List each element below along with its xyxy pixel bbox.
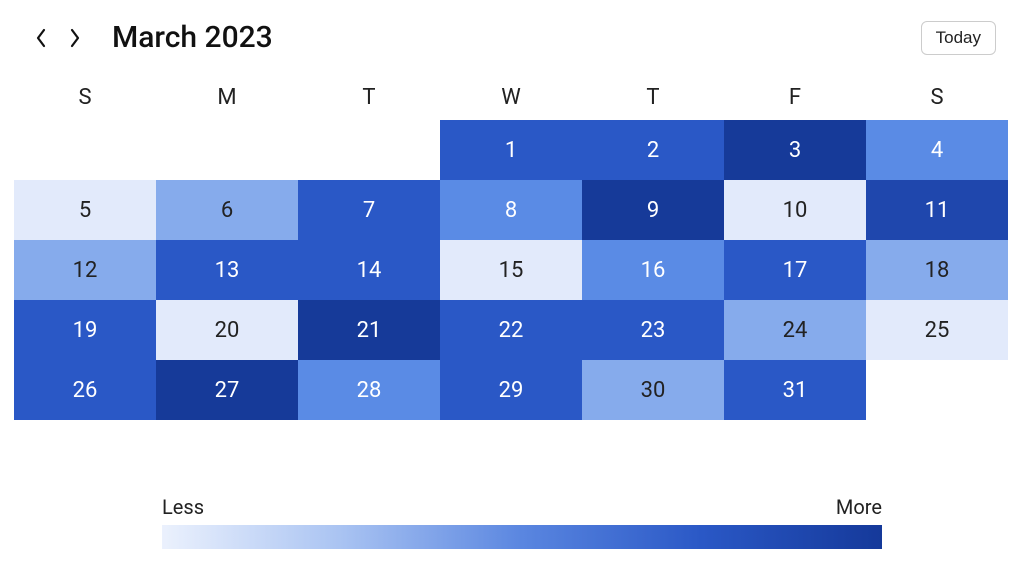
calendar-cell[interactable]: 4	[866, 120, 1008, 180]
heatmap-legend: Less More	[162, 495, 882, 549]
day-of-week-header: S	[14, 85, 156, 120]
calendar-week-row: 1234	[14, 120, 1008, 180]
calendar-week-row: 12131415161718	[14, 240, 1008, 300]
calendar-cell[interactable]: 5	[14, 180, 156, 240]
day-of-week-header: M	[156, 85, 298, 120]
calendar-week-row: 262728293031	[14, 360, 1008, 420]
calendar-cell[interactable]: 21	[298, 300, 440, 360]
calendar-cell[interactable]: 15	[440, 240, 582, 300]
today-button[interactable]: Today	[921, 21, 996, 55]
day-of-week-header: W	[440, 85, 582, 120]
calendar-heatmap: SMTWTFS 12345678910111213141516171819202…	[14, 85, 1008, 420]
calendar-cell[interactable]: 18	[866, 240, 1008, 300]
day-of-week-header: F	[724, 85, 866, 120]
calendar-cell[interactable]: 27	[156, 360, 298, 420]
calendar-cell[interactable]: 30	[582, 360, 724, 420]
chevron-left-icon	[34, 27, 48, 49]
calendar-cell[interactable]: 23	[582, 300, 724, 360]
calendar-cell[interactable]: 17	[724, 240, 866, 300]
day-of-week-header: T	[298, 85, 440, 120]
calendar-cell[interactable]: 9	[582, 180, 724, 240]
calendar-cell[interactable]: 3	[724, 120, 866, 180]
month-title: March 2023	[112, 20, 273, 55]
calendar-cell[interactable]: 2	[582, 120, 724, 180]
calendar-cell[interactable]: 13	[156, 240, 298, 300]
day-of-week-header: T	[582, 85, 724, 120]
next-month-button[interactable]	[58, 21, 92, 55]
legend-label-more: More	[836, 495, 882, 519]
calendar-cell[interactable]: 22	[440, 300, 582, 360]
calendar-cell[interactable]: 6	[156, 180, 298, 240]
calendar-cell[interactable]: 14	[298, 240, 440, 300]
calendar-header: March 2023 Today	[12, 20, 1008, 55]
calendar-cell[interactable]: 29	[440, 360, 582, 420]
calendar-cell[interactable]: 16	[582, 240, 724, 300]
legend-gradient-bar	[162, 525, 882, 549]
calendar-cell[interactable]: 20	[156, 300, 298, 360]
calendar-cell[interactable]: 11	[866, 180, 1008, 240]
calendar-cell[interactable]: 1	[440, 120, 582, 180]
calendar-cell[interactable]: 28	[298, 360, 440, 420]
calendar-cell[interactable]: 25	[866, 300, 1008, 360]
calendar-week-row: 567891011	[14, 180, 1008, 240]
calendar-cell-blank	[14, 120, 156, 180]
calendar-cell[interactable]: 10	[724, 180, 866, 240]
calendar-cell-blank	[298, 120, 440, 180]
calendar-cell[interactable]: 7	[298, 180, 440, 240]
day-of-week-header: S	[866, 85, 1008, 120]
calendar-cell[interactable]: 31	[724, 360, 866, 420]
calendar-cell[interactable]: 24	[724, 300, 866, 360]
calendar-cell[interactable]: 19	[14, 300, 156, 360]
calendar-cell-blank	[866, 360, 1008, 420]
chevron-right-icon	[68, 27, 82, 49]
legend-label-less: Less	[162, 495, 204, 519]
calendar-cell-blank	[156, 120, 298, 180]
calendar-cell[interactable]: 8	[440, 180, 582, 240]
calendar-cell[interactable]: 12	[14, 240, 156, 300]
calendar-cell[interactable]: 26	[14, 360, 156, 420]
prev-month-button[interactable]	[24, 21, 58, 55]
calendar-week-row: 19202122232425	[14, 300, 1008, 360]
